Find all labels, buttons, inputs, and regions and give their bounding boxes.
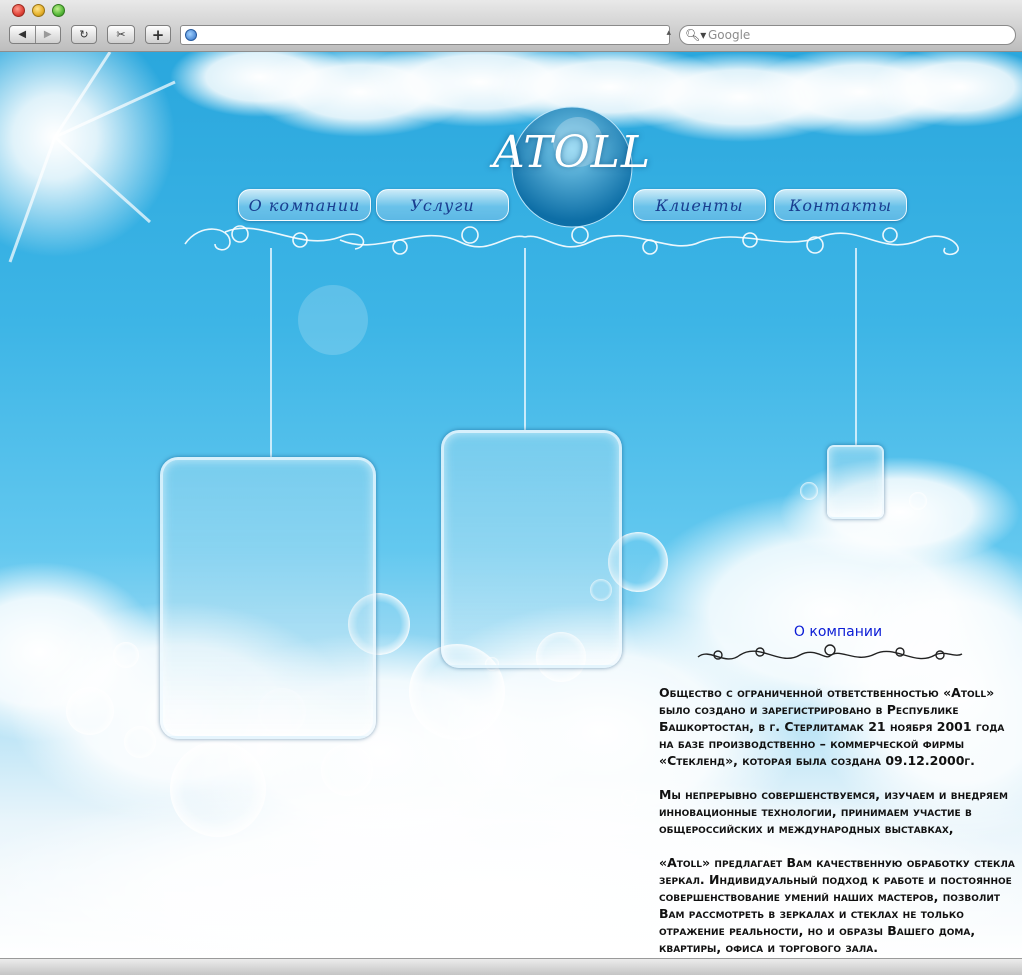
- search-field[interactable]: 🔍︎▾ Google: [679, 25, 1016, 45]
- search-placeholder: Google: [708, 28, 751, 42]
- hanging-strings: [270, 248, 857, 457]
- zoom-window-button[interactable]: [52, 4, 65, 17]
- glass-frame-small: [827, 445, 884, 519]
- web-page: ATOLL О компании Услуги Клиенты Контакты…: [0, 52, 1022, 958]
- nav-about-button[interactable]: О компании: [238, 189, 371, 221]
- url-dropdown-icon[interactable]: ▴: [666, 28, 671, 38]
- sun-glow: [0, 52, 175, 257]
- snapback-button[interactable]: ✂: [107, 25, 135, 44]
- about-title: О компании: [793, 624, 883, 640]
- bottom-status-bar: [0, 958, 1022, 975]
- reload-button[interactable]: ↻: [71, 25, 97, 44]
- forward-arrow-icon[interactable]: ▶: [36, 29, 61, 40]
- add-bookmark-button[interactable]: +: [145, 25, 171, 44]
- address-bar[interactable]: ▴: [180, 25, 671, 45]
- nav-contacts-button[interactable]: Контакты: [774, 189, 907, 221]
- about-paragraph-3: «Atoll» предлагает Вам качественную обра…: [659, 855, 1015, 955]
- about-section: О компании Общество с ограниченной ответ…: [659, 624, 1017, 958]
- globe-icon: [185, 29, 197, 41]
- plus-icon: +: [151, 25, 165, 44]
- nav-services-button[interactable]: Услуги: [376, 189, 509, 221]
- back-forward-group: ◀ ▶: [9, 25, 61, 44]
- light-orb: [298, 285, 368, 355]
- glass-frame-medium: [441, 430, 622, 668]
- browser-toolbar: ◀ ▶ ↻ ✂ + ▴ 🔍︎▾ Google: [0, 0, 1022, 52]
- about-paragraph-1: Общество с ограниченной ответственностью…: [659, 685, 1005, 768]
- search-icon: 🔍︎▾: [685, 28, 707, 42]
- nav-clients-button[interactable]: Клиенты: [633, 189, 766, 221]
- site-logo[interactable]: ATOLL: [493, 107, 650, 197]
- about-paragraph-2: Мы непрерывно совершенствуемся, изучаем …: [659, 787, 1008, 836]
- close-window-button[interactable]: [12, 4, 25, 17]
- glass-frame-large: [160, 457, 376, 739]
- reload-icon: ↻: [79, 28, 89, 41]
- back-arrow-icon[interactable]: ◀: [10, 29, 35, 40]
- minimize-window-button[interactable]: [32, 4, 45, 17]
- snapback-icon: ✂: [116, 28, 126, 41]
- ornament-flourish: [184, 225, 959, 256]
